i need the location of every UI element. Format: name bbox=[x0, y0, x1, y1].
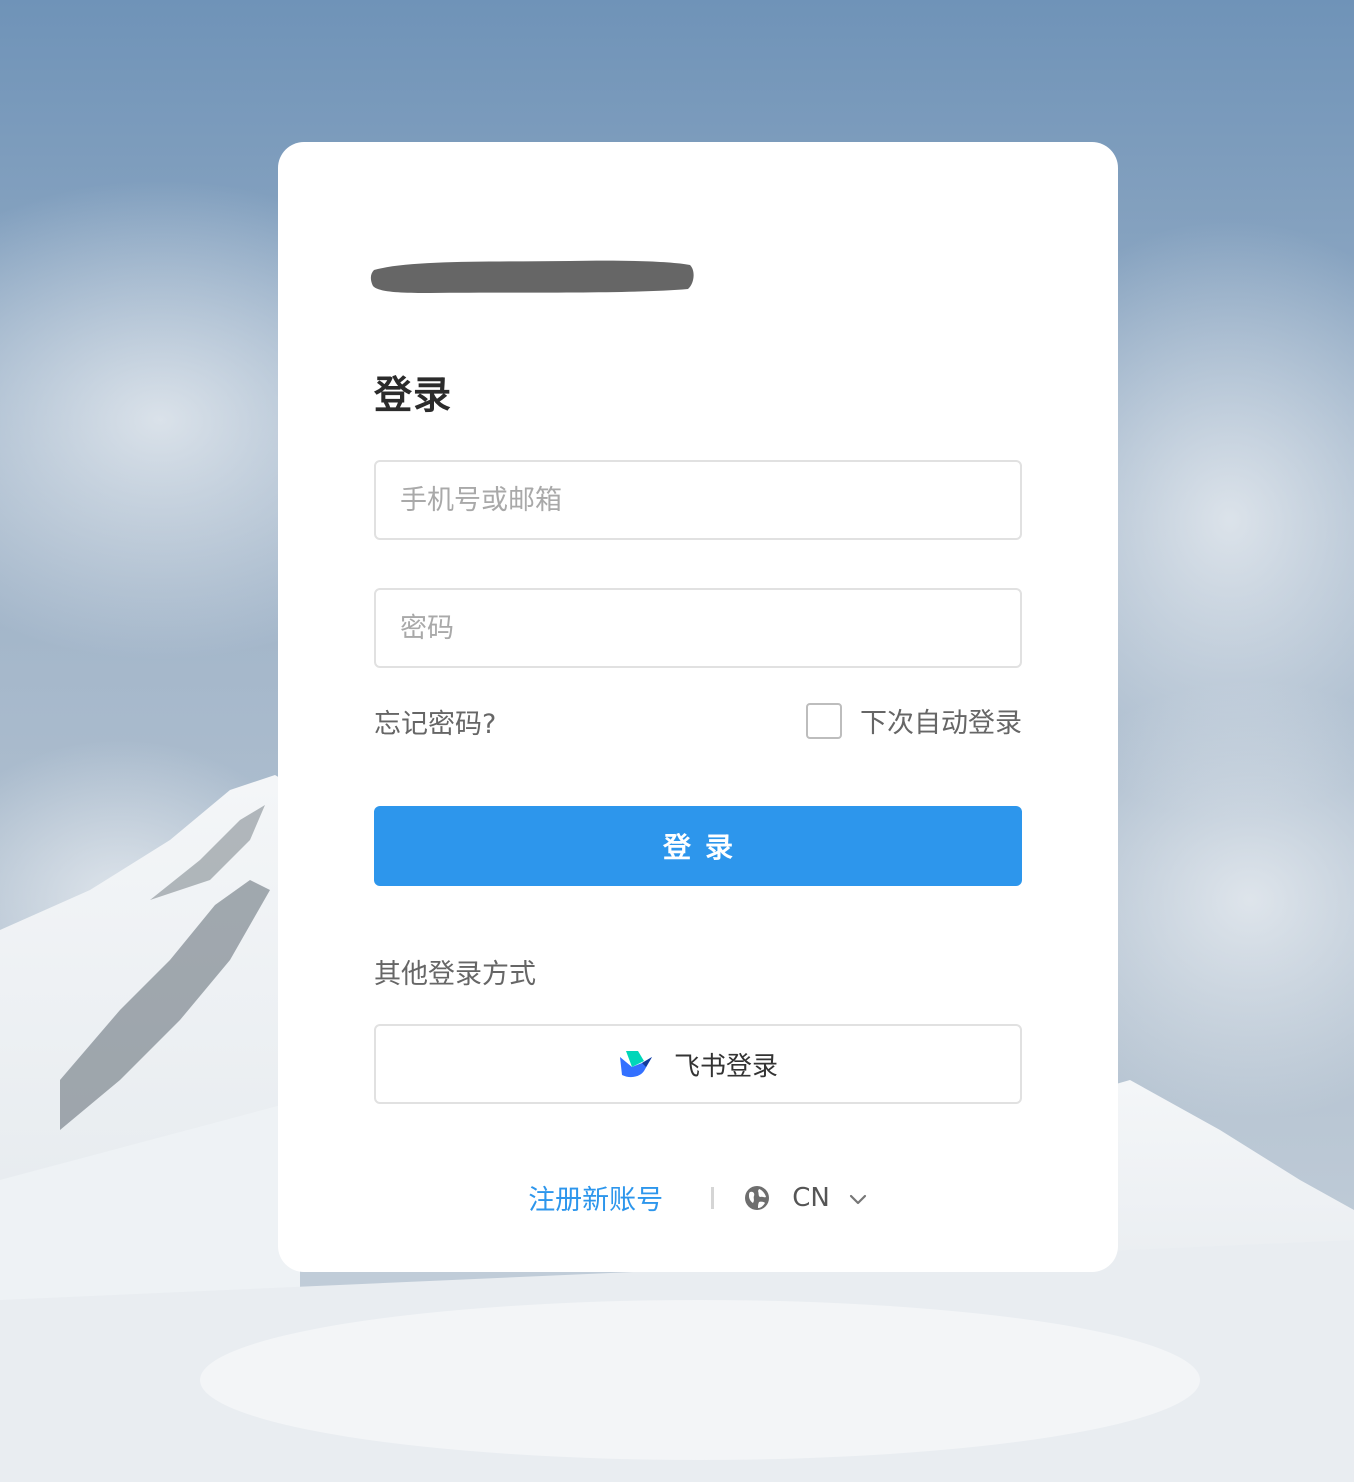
language-selector[interactable]: CN bbox=[744, 1183, 868, 1213]
other-login-title: 其他登录方式 bbox=[374, 959, 536, 990]
remember-label: 下次自动登录 bbox=[860, 708, 1022, 739]
feishu-logo-icon bbox=[618, 1049, 654, 1079]
remember-checkbox[interactable] bbox=[806, 702, 842, 739]
chevron-down-icon bbox=[848, 1191, 868, 1205]
footer: 注册新账号 CN bbox=[278, 1178, 1118, 1217]
feishu-login-label: 飞书登录 bbox=[673, 1051, 778, 1082]
globe-icon bbox=[744, 1185, 770, 1211]
remember-me[interactable]: 下次自动登录 bbox=[806, 701, 1022, 740]
account-field[interactable] bbox=[374, 460, 1022, 540]
login-button[interactable]: 登录 bbox=[374, 806, 1022, 886]
forgot-password-link[interactable]: 忘记密码? bbox=[374, 702, 496, 741]
language-label: CN bbox=[792, 1182, 830, 1213]
feishu-login-button[interactable]: 飞书登录 bbox=[374, 1024, 1022, 1104]
footer-divider bbox=[711, 1186, 715, 1209]
brand-logo-redacted bbox=[370, 256, 696, 296]
password-field[interactable] bbox=[374, 588, 1022, 668]
register-link[interactable]: 注册新账号 bbox=[528, 1178, 663, 1217]
login-card: 登录 忘记密码? 下次自动登录 登录 其他登录方式 飞书登录 注册新账号 bbox=[278, 142, 1118, 1272]
account-input[interactable] bbox=[376, 462, 1020, 538]
password-input[interactable] bbox=[376, 590, 1020, 666]
page-title: 登录 bbox=[374, 373, 453, 417]
